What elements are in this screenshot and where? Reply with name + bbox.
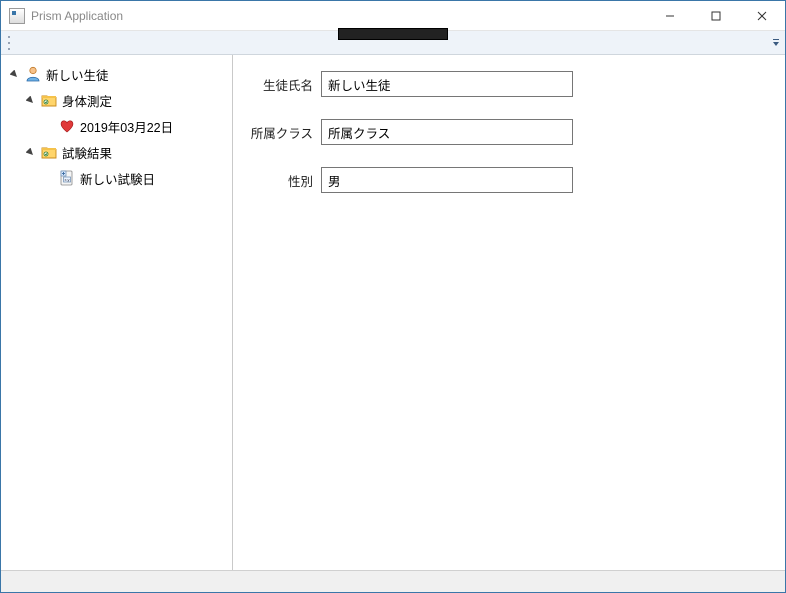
tree-item-physical[interactable]: 身体測定 xyxy=(1,87,232,113)
content-pane: 生徒氏名 所属クラス 性別 xyxy=(233,55,785,570)
user-icon xyxy=(24,65,42,83)
svg-text:x,y: x,y xyxy=(64,177,69,182)
maximize-button[interactable] xyxy=(693,1,739,31)
tree-item-label: 2019年03月22日 xyxy=(80,117,173,136)
name-input[interactable] xyxy=(321,71,573,97)
tree-item-new-exam-date[interactable]: x,y 新しい試験日 xyxy=(1,165,232,191)
name-label: 生徒氏名 xyxy=(247,75,321,94)
class-label: 所属クラス xyxy=(247,123,321,142)
toolbar-grip[interactable] xyxy=(5,34,13,52)
form-row-name: 生徒氏名 xyxy=(247,71,771,97)
close-button[interactable] xyxy=(739,1,785,31)
folder-icon xyxy=(40,91,58,109)
expander-icon[interactable] xyxy=(23,93,37,107)
tree-item-physical-date[interactable]: 2019年03月22日 xyxy=(1,113,232,139)
heart-icon xyxy=(58,117,76,135)
toolbar-dark-strip xyxy=(338,28,448,40)
gender-label: 性別 xyxy=(247,171,321,190)
folder-icon xyxy=(40,143,58,161)
tree-item-label: 新しい生徒 xyxy=(46,65,109,84)
expander-icon[interactable] xyxy=(23,145,37,159)
class-input[interactable] xyxy=(321,119,573,145)
tree-item-student[interactable]: 新しい生徒 xyxy=(1,61,232,87)
form-row-gender: 性別 xyxy=(247,167,771,193)
gender-select[interactable] xyxy=(321,167,573,193)
titlebar: Prism Application xyxy=(1,1,785,31)
tree-item-label: 試験結果 xyxy=(62,143,112,162)
window-title: Prism Application xyxy=(31,9,123,23)
form-row-class: 所属クラス xyxy=(247,119,771,145)
tree-item-label: 身体測定 xyxy=(62,91,112,110)
toolbar xyxy=(1,31,785,55)
main-area: 新しい生徒 身体測定 xyxy=(1,55,785,570)
toolbar-overflow-button[interactable] xyxy=(771,36,781,50)
document-icon: x,y xyxy=(58,169,76,187)
tree-item-exam[interactable]: 試験結果 xyxy=(1,139,232,165)
tree-item-label: 新しい試験日 xyxy=(80,169,155,188)
expander-icon[interactable] xyxy=(7,67,21,81)
tree-pane[interactable]: 新しい生徒 身体測定 xyxy=(1,55,233,570)
app-icon xyxy=(9,8,25,24)
statusbar xyxy=(1,570,785,592)
app-window: Prism Application xyxy=(0,0,786,593)
minimize-button[interactable] xyxy=(647,1,693,31)
